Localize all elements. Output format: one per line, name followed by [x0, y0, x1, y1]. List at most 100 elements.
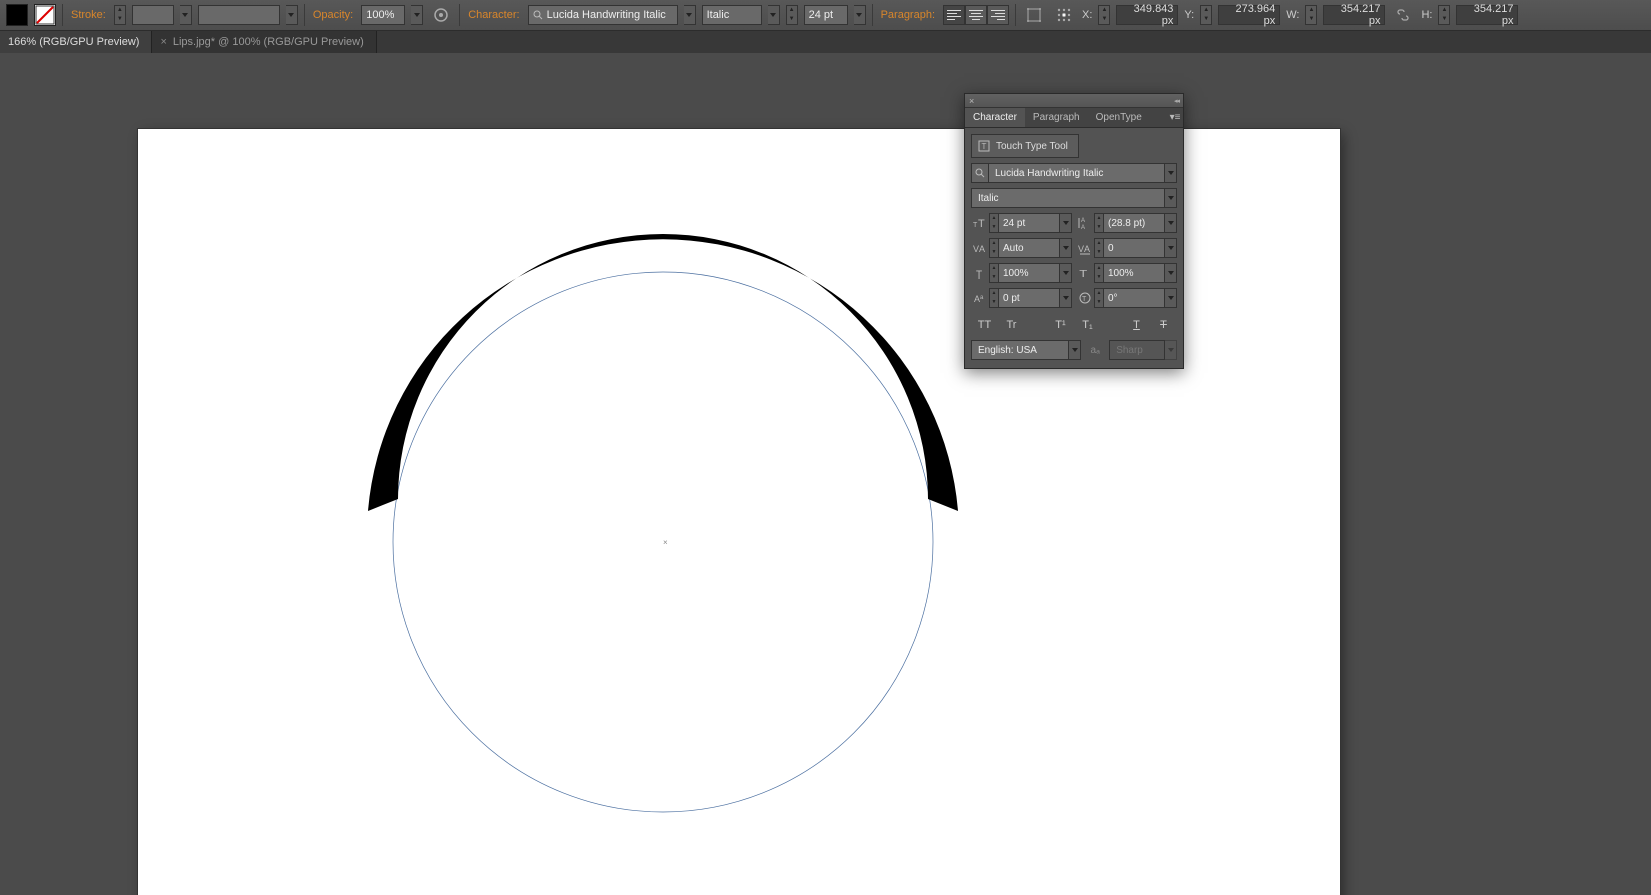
document-tab-active[interactable]: 166% (RGB/GPU Preview): [0, 31, 152, 53]
font-size-dropdown[interactable]: [854, 5, 866, 25]
paragraph-label: Paragraph:: [879, 9, 937, 21]
divider: [459, 4, 460, 26]
svg-text:a: a: [980, 295, 984, 301]
stroke-profile-field[interactable]: [198, 5, 280, 25]
stroke-weight-stepper[interactable]: ▲▼: [114, 5, 126, 25]
panel-collapse-icon[interactable]: ◂◂: [1174, 97, 1179, 105]
panel-kerning[interactable]: ▲▼Auto: [989, 238, 1072, 258]
center-mark: ×: [663, 538, 668, 547]
divider: [304, 4, 305, 26]
tab-title: 166% (RGB/GPU Preview): [8, 36, 139, 48]
superscript-button[interactable]: T¹: [1047, 315, 1074, 335]
panel-font-family-field[interactable]: Lucida Handwriting Italic: [989, 163, 1165, 183]
panel-tracking[interactable]: ▲▼0: [1094, 238, 1177, 258]
touch-type-label: Touch Type Tool: [996, 141, 1068, 152]
touch-type-tool-button[interactable]: T Touch Type Tool: [971, 134, 1079, 158]
panel-tab-paragraph[interactable]: Paragraph: [1025, 108, 1088, 127]
h-stepper[interactable]: ▲▼: [1438, 5, 1450, 25]
reference-point-icon[interactable]: [1052, 4, 1076, 26]
language-field[interactable]: English: USA: [971, 340, 1069, 360]
options-bar: Stroke: ▲▼ Opacity: 100% Character: Luci…: [0, 0, 1651, 31]
svg-text:A: A: [1081, 218, 1085, 224]
type-on-path[interactable]: Glencoe Dance Ensemble Kissing Booth: [406, 195, 920, 354]
opacity-field[interactable]: 100%: [361, 5, 405, 25]
panel-tab-character[interactable]: Character: [965, 108, 1025, 127]
panel-baseline[interactable]: ▲▼0 pt: [989, 288, 1072, 308]
panel-menu-icon[interactable]: ▾≡: [1167, 108, 1183, 127]
antialias-field: Sharp: [1109, 340, 1165, 360]
panel-rotation[interactable]: ▲▼0°: [1094, 288, 1177, 308]
transform-panel-icon[interactable]: [1022, 4, 1046, 26]
underline-button[interactable]: T: [1123, 315, 1150, 335]
panel-font-style-dropdown[interactable]: [1165, 188, 1177, 208]
stroke-profile-dropdown[interactable]: [286, 5, 298, 25]
y-stepper[interactable]: ▲▼: [1200, 5, 1212, 25]
panel-body: T Touch Type Tool Lucida Handwriting Ita…: [965, 128, 1183, 368]
svg-text:T: T: [982, 142, 987, 151]
strikethrough-button[interactable]: T: [1150, 315, 1177, 335]
font-size-stepper[interactable]: ▲▼: [786, 5, 798, 25]
stroke-swatch[interactable]: [34, 4, 56, 26]
font-style-dropdown[interactable]: [768, 5, 780, 25]
divider: [1015, 4, 1016, 26]
canvas-workspace[interactable]: × Glencoe Dance Ensemble Kissing Booth: [0, 53, 1651, 895]
language-dropdown[interactable]: [1069, 340, 1081, 360]
panel-leading[interactable]: ▲▼(28.8 pt): [1094, 213, 1177, 233]
w-field[interactable]: 354.217 px: [1323, 5, 1385, 25]
svg-text:T: T: [978, 218, 985, 230]
align-center-button[interactable]: [965, 5, 987, 25]
font-family-dropdown[interactable]: [684, 5, 696, 25]
tab-title: Lips.jpg* @ 100% (RGB/GPU Preview): [173, 36, 364, 48]
x-stepper[interactable]: ▲▼: [1098, 5, 1110, 25]
vscale-icon: T: [971, 263, 989, 283]
character-label: Character:: [466, 9, 521, 21]
panel-font-style-row: Italic: [971, 188, 1177, 208]
tracking-icon: VA: [1076, 238, 1094, 258]
document-tab-inactive[interactable]: × Lips.jpg* @ 100% (RGB/GPU Preview): [152, 31, 376, 53]
panel-close-icon[interactable]: ×: [969, 96, 974, 106]
svg-text:T: T: [1082, 296, 1087, 303]
h-field[interactable]: 354.217 px: [1456, 5, 1518, 25]
font-search-icon[interactable]: [971, 163, 989, 183]
fill-swatch[interactable]: [6, 4, 28, 26]
font-size-icon: TT: [971, 213, 989, 233]
panel-vscale[interactable]: ▲▼100%: [989, 263, 1072, 283]
svg-text:T: T: [976, 269, 982, 280]
svg-text:T: T: [1079, 269, 1087, 279]
w-stepper[interactable]: ▲▼: [1305, 5, 1317, 25]
panel-tab-opentype[interactable]: OpenType: [1088, 108, 1150, 127]
stroke-weight-dropdown[interactable]: [180, 5, 192, 25]
opacity-dropdown[interactable]: [411, 5, 423, 25]
character-panel[interactable]: × ◂◂ Character Paragraph OpenType ▾≡ T T…: [964, 93, 1184, 369]
y-label: Y:: [1184, 9, 1194, 21]
svg-text:A: A: [1081, 225, 1085, 230]
panel-titlebar[interactable]: × ◂◂: [965, 94, 1183, 108]
panel-font-style-field[interactable]: Italic: [971, 188, 1165, 208]
paragraph-align-group: [943, 5, 1009, 25]
divider: [872, 4, 873, 26]
rotation-icon: T: [1076, 288, 1094, 308]
align-right-button[interactable]: [987, 5, 1009, 25]
align-left-button[interactable]: [943, 5, 965, 25]
stroke-weight-field[interactable]: [132, 5, 174, 25]
panel-font-family-dropdown[interactable]: [1165, 163, 1177, 183]
close-tab-icon[interactable]: ×: [160, 36, 166, 48]
panel-hscale[interactable]: ▲▼100%: [1094, 263, 1177, 283]
all-caps-button[interactable]: TT: [971, 315, 998, 335]
font-size-field[interactable]: 24 pt: [804, 5, 848, 25]
small-caps-button[interactable]: Tr: [998, 315, 1025, 335]
x-field[interactable]: 349.843 px: [1116, 5, 1178, 25]
font-family-field[interactable]: Lucida Handwriting Italic: [528, 5, 678, 25]
subscript-button[interactable]: T₁: [1074, 315, 1101, 335]
panel-font-family-row: Lucida Handwriting Italic: [971, 163, 1177, 183]
panel-tab-strip: Character Paragraph OpenType ▾≡: [965, 108, 1183, 128]
constrain-proportions-icon[interactable]: [1391, 4, 1415, 26]
font-style-field[interactable]: Italic: [702, 5, 762, 25]
y-field[interactable]: 273.964 px: [1218, 5, 1280, 25]
hscale-icon: T: [1076, 263, 1094, 283]
svg-text:A: A: [1084, 244, 1090, 254]
panel-font-size[interactable]: ▲▼24 pt: [989, 213, 1072, 233]
recolor-icon[interactable]: [429, 4, 453, 26]
leading-icon: AA: [1076, 213, 1094, 233]
x-label: X:: [1082, 9, 1092, 21]
